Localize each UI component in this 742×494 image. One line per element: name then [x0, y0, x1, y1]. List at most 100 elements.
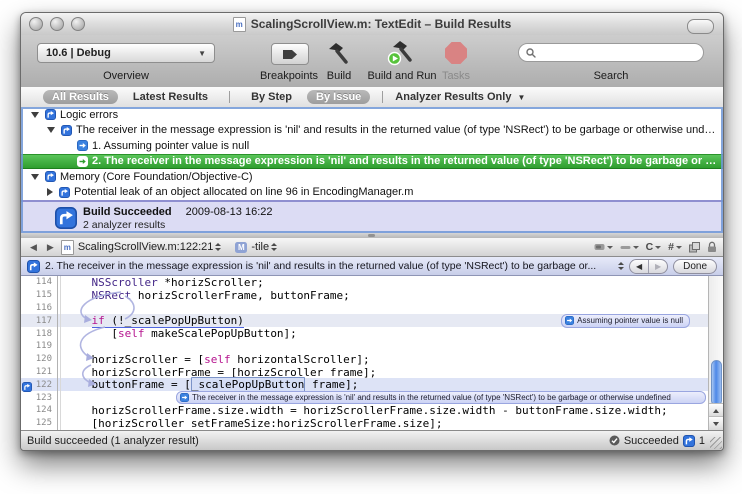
code-segment: horizScroller = [ — [92, 353, 205, 366]
line-number-label: # — [668, 241, 674, 253]
result-row-1[interactable]: The receiver in the message expression i… — [21, 123, 723, 139]
title-bar[interactable]: m ScalingScrollView.m: TextEdit – Build … — [21, 13, 723, 36]
succeeded-check-icon — [609, 435, 620, 446]
results-filter-bar: All Results Latest Results By Step By Is… — [21, 87, 723, 108]
line-number: 114 — [21, 277, 57, 287]
overview-popup[interactable]: 10.6 | Debug ▼ — [37, 43, 215, 63]
overview-popup-value: 10.6 | Debug — [46, 47, 111, 59]
disclosure-closed-icon[interactable] — [47, 188, 53, 196]
file-popup[interactable]: ScalingScrollView.m:122:21 — [78, 241, 222, 253]
code-line-114[interactable]: 114 NSScroller *horizScroller; — [21, 276, 708, 289]
done-button[interactable]: Done — [673, 259, 717, 274]
markers-menu-button[interactable] — [620, 243, 639, 252]
analyzer-icon — [55, 207, 77, 234]
segment-by-step[interactable]: By Step — [242, 90, 301, 104]
breakpoint-icon — [282, 49, 298, 60]
analyzer-icon — [45, 109, 56, 120]
code-line-119[interactable]: 119 — [21, 340, 708, 353]
editor-nav-bar: ◀ ▶ m ScalingScrollView.m:122:21 M -tile — [21, 238, 723, 257]
method-popup[interactable]: -tile — [251, 241, 277, 253]
tasks-button[interactable] — [439, 39, 473, 67]
build-and-run-button[interactable] — [383, 39, 417, 67]
result-row-5[interactable]: Potential leak of an object allocated on… — [21, 185, 723, 201]
line-number: 119 — [21, 341, 57, 351]
code-line-117[interactable]: 117 if (!_scalePopUpButton)Assuming poin… — [21, 314, 708, 327]
issue-popup-updown-icon[interactable] — [618, 262, 624, 270]
build-status-line: Build Succeeded2009-08-13 16:22 — [83, 206, 273, 218]
segment-divider — [382, 91, 383, 103]
result-row-2[interactable]: 1. Assuming pointer value is null — [21, 138, 723, 154]
code-segment: makeScalePopUpButton]; — [144, 327, 296, 340]
inline-annotation[interactable]: The receiver in the message expression i… — [176, 391, 706, 405]
result-row-0[interactable]: Logic errors — [21, 107, 723, 123]
scrollbar-thumb[interactable] — [711, 360, 722, 406]
result-row-text: Memory (Core Foundation/Objective-C) — [60, 171, 259, 183]
build-and-run-label: Build and Run — [363, 70, 441, 82]
build-label: Build — [319, 70, 359, 82]
result-row-4[interactable]: Memory (Core Foundation/Objective-C) — [21, 169, 723, 185]
analyzer-icon — [59, 187, 70, 198]
screen: m ScalingScrollView.m: TextEdit – Build … — [0, 0, 742, 494]
line-number: 121 — [21, 367, 57, 377]
code-segment-wrap: [horizScroller setFrameSize:horizScrolle… — [92, 417, 443, 430]
code-line-123[interactable]: 123The receiver in the message expressio… — [21, 391, 708, 404]
code-line-124[interactable]: 124 horizScrollerFrame.size.width = hori… — [21, 404, 708, 417]
code-line-125[interactable]: 125 [horizScroller setFrameSize:horizScr… — [21, 417, 708, 430]
issue-prev-button[interactable]: ◀ — [630, 260, 648, 273]
popup-arrow-icon: ▼ — [198, 49, 206, 58]
arrow-icon — [77, 156, 88, 167]
analyzer-results-popup[interactable]: Analyzer Results Only ▼ — [395, 91, 525, 103]
counterpart-file-button[interactable] — [689, 242, 700, 253]
arrow-icon — [77, 140, 88, 151]
code-segment: frame]; — [305, 378, 358, 391]
search-icon — [526, 48, 536, 58]
nav-right-buttons: C # — [594, 241, 717, 253]
inline-annotation[interactable]: Assuming pointer value is null — [561, 314, 690, 328]
line-number-menu-button[interactable]: # — [668, 241, 682, 253]
drop-arrow-icon — [655, 246, 661, 249]
breakpoints-label: Breakpoints — [253, 70, 325, 82]
code-line-121[interactable]: 121 horizScrollerFrame = [horizScroller … — [21, 366, 708, 379]
nav-back-button[interactable]: ◀ — [27, 242, 40, 253]
toolbar-toggle-pill[interactable] — [687, 19, 714, 34]
disclosure-open-icon[interactable] — [31, 112, 39, 118]
segment-all-results[interactable]: All Results — [43, 90, 118, 104]
status-right[interactable]: Succeeded 1 — [609, 435, 705, 447]
code-line-116[interactable]: 116 — [21, 302, 708, 315]
editor-vertical-scrollbar[interactable] — [708, 276, 723, 430]
bookmarks-menu-button[interactable] — [594, 243, 613, 252]
counterparts-menu-button[interactable]: C — [646, 241, 662, 253]
code-text: [self makeScalePopUpButton]; — [57, 327, 297, 340]
code-line-115[interactable]: 115 NSRect horizScrollerFrame, buttonFra… — [21, 289, 708, 302]
code-segment-wrap: NSScroller *horizScroller; — [92, 276, 264, 289]
build-status-band[interactable]: Build Succeeded2009-08-13 16:22 2 analyz… — [21, 200, 723, 233]
issue-next-button[interactable]: ▶ — [648, 260, 667, 273]
tasks-label: Tasks — [436, 70, 476, 82]
search-field[interactable] — [518, 43, 704, 62]
disclosure-open-icon[interactable] — [31, 174, 39, 180]
code-segment: *horizScroller; — [158, 276, 264, 289]
segment-by-issue[interactable]: By Issue — [307, 90, 370, 104]
code-segment: horizontalScroller]; — [231, 353, 370, 366]
code-segment: NSScroller — [92, 276, 158, 289]
code-segment-wrap: NSRect horizScrollerFrame, buttonFrame; — [92, 289, 350, 302]
result-row-3[interactable]: 2. The receiver in the message expressio… — [21, 154, 723, 170]
breakpoints-button[interactable] — [271, 43, 309, 65]
code-line-122[interactable]: 122 buttonFrame = [_scalePopUpButton fra… — [21, 378, 708, 391]
nav-forward-button[interactable]: ▶ — [44, 242, 57, 253]
code-line-118[interactable]: 118 [self makeScalePopUpButton]; — [21, 327, 708, 340]
scroll-down-button[interactable] — [709, 416, 723, 430]
source-editor[interactable]: 114 NSScroller *horizScroller;115 NSRect… — [21, 276, 723, 430]
lock-button[interactable] — [707, 241, 717, 253]
code-line-120[interactable]: 120 horizScroller = [self horizontalScro… — [21, 353, 708, 366]
popup-updown-icon — [215, 243, 221, 251]
line-number: 124 — [21, 405, 57, 415]
method-icon: M — [235, 242, 247, 253]
build-button[interactable] — [321, 39, 355, 67]
overview-label: Overview — [37, 70, 215, 82]
scroll-up-button[interactable] — [709, 403, 723, 417]
segment-latest-results[interactable]: Latest Results — [124, 90, 217, 104]
resize-grip[interactable] — [710, 437, 722, 449]
disclosure-open-icon[interactable] — [47, 127, 55, 133]
hammer-icon — [325, 40, 351, 66]
